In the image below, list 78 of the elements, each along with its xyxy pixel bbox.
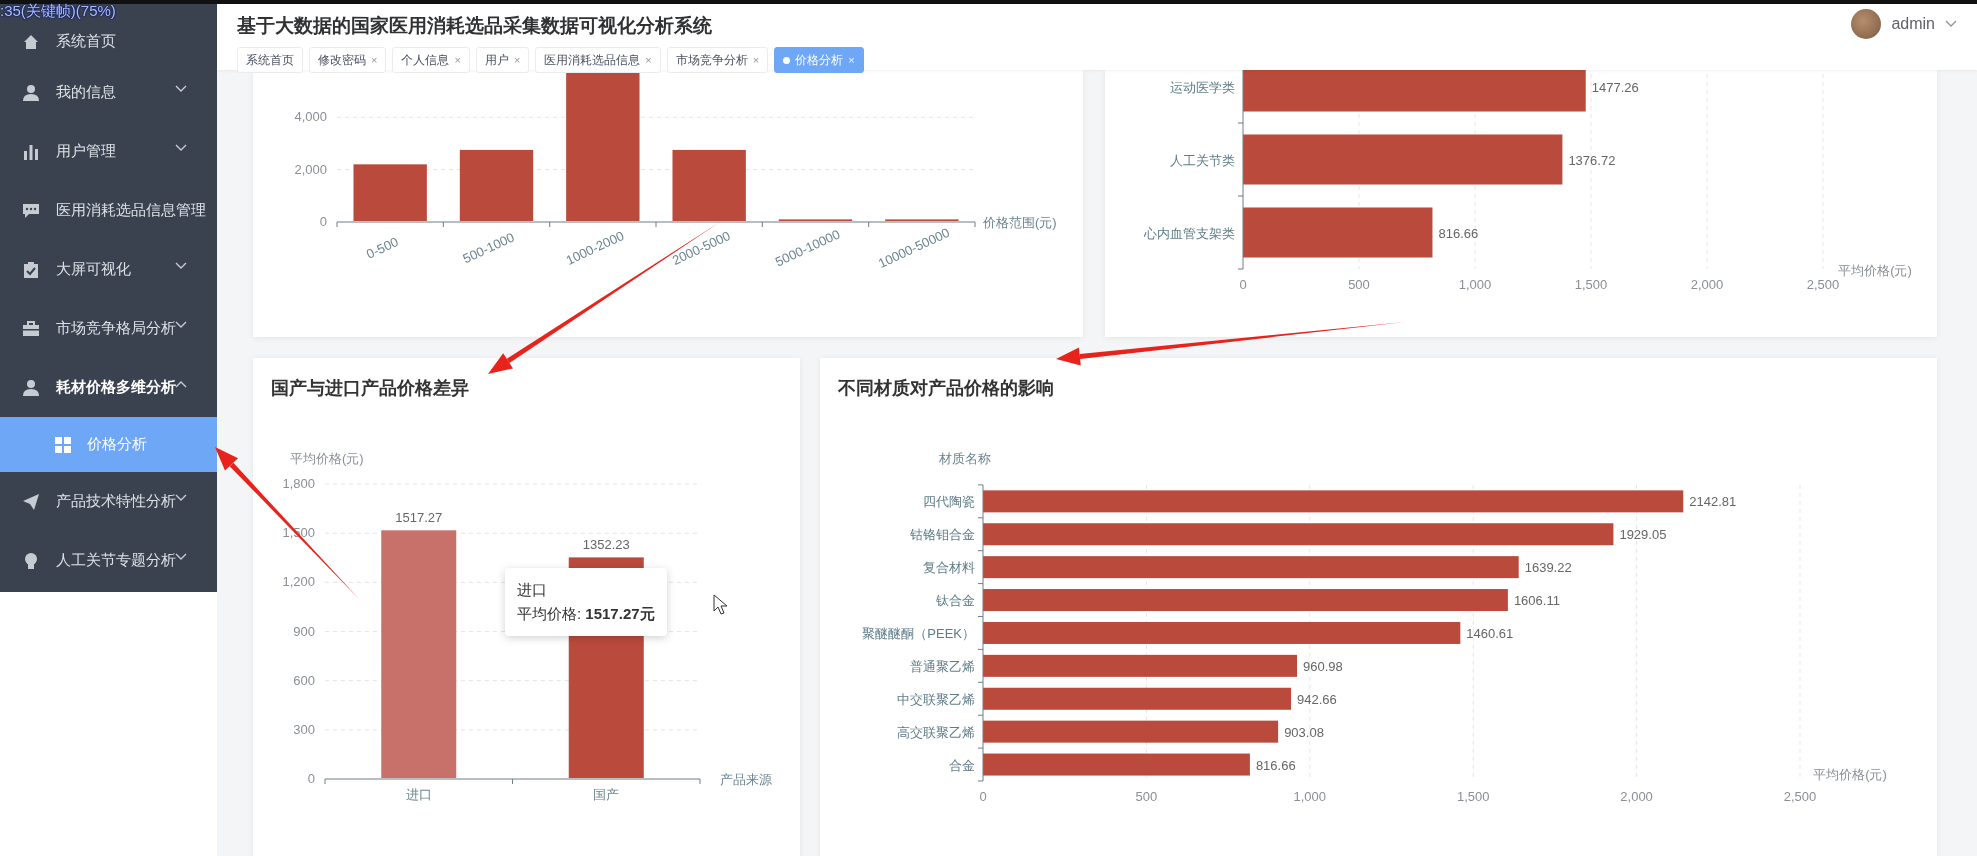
- axis-title: 平均价格(元): [1838, 263, 1912, 278]
- axis-tick-label: 2,000: [1620, 789, 1653, 804]
- card-title: 国产与进口产品价格差异: [271, 377, 469, 400]
- category-label: 合金: [949, 757, 975, 773]
- sidebar-item[interactable]: 耗材价格多维分析: [0, 358, 217, 417]
- tab[interactable]: 系统首页: [237, 47, 303, 73]
- axis-tick-label: 1,800: [282, 476, 315, 491]
- axis-tick-label: 4,000: [294, 109, 327, 125]
- axis-tick-label: 0: [1239, 277, 1247, 292]
- axis-tick-label: 500: [1135, 789, 1158, 804]
- axis-tick-label: 1,000: [1293, 789, 1327, 804]
- axis-tick-label: 600: [293, 672, 315, 688]
- value-label: 942.66: [1297, 691, 1337, 707]
- sidebar-item[interactable]: 医用消耗选品信息管理: [0, 181, 217, 240]
- value-label: 2142.81: [1689, 494, 1737, 510]
- tab[interactable]: 修改密码 ×: [309, 47, 387, 73]
- category-label: 四代陶瓷: [923, 494, 975, 510]
- value-label: 1606.11: [1513, 593, 1560, 609]
- value-label: 1460.61: [1466, 625, 1514, 641]
- category-label: 0-500: [364, 234, 401, 262]
- value-label: 816.66: [1255, 757, 1296, 773]
- tab[interactable]: 市场竞争分析 ×: [666, 47, 769, 73]
- axis-tick-label: 0: [307, 771, 315, 786]
- axis-title: 价格范围(元): [983, 215, 1057, 230]
- axis-title: 材质名称: [939, 451, 991, 466]
- sidebar-item[interactable]: 系统首页: [0, 20, 217, 63]
- value-label: 960.98: [1303, 658, 1343, 674]
- sidebar-item[interactable]: 大屏可视化: [0, 240, 217, 299]
- axis-tick-label: 500: [1348, 277, 1370, 292]
- category-label: 中交联聚乙烯: [897, 691, 975, 707]
- tab[interactable]: 用户 ×: [475, 47, 530, 73]
- axis-tick-label: 0: [319, 214, 327, 229]
- tab[interactable]: 医用消耗选品信息 ×: [535, 47, 661, 73]
- category-label: 钴铬钼合金: [910, 527, 975, 543]
- axis-title: 平均价格(元): [290, 451, 364, 466]
- category-label: 复合材料: [923, 560, 975, 576]
- sidebar-item[interactable]: 人工关节专题分析: [0, 531, 217, 590]
- axis-tick-label: 2,500: [1806, 277, 1840, 292]
- value-label: 1477.26: [1591, 79, 1639, 95]
- axis-title: 产品来源: [720, 772, 772, 787]
- axis-tick-label: 900: [293, 623, 315, 639]
- axis-tick-label: 2,000: [294, 161, 327, 177]
- axis-tick-label: 300: [293, 721, 315, 737]
- tab[interactable]: 个人信息 ×: [392, 47, 470, 73]
- axis-tick-label: 2,500: [1783, 789, 1817, 804]
- axis-tick-label: 1,200: [282, 574, 315, 590]
- sidebar-item[interactable]: 市场竞争格局分析: [0, 299, 217, 358]
- axis-tick-label: 2,000: [1690, 277, 1724, 292]
- category-label: 运动医学类: [1170, 79, 1235, 95]
- sidebar-item[interactable]: 产品技术特性分析: [0, 472, 217, 531]
- axis-tick-label: 1,500: [1456, 789, 1490, 804]
- value-label: 1352.23: [582, 537, 630, 553]
- card-title: 不同材质对产品价格的影响: [838, 377, 1054, 400]
- value-label: 1517.27: [395, 510, 443, 526]
- sidebar-item[interactable]: 我的信息: [0, 63, 217, 122]
- axis-tick-label: 0: [979, 789, 987, 804]
- category-label: 钛合金: [936, 593, 975, 609]
- category-label: 进口: [405, 787, 432, 802]
- sidebar-item[interactable]: 用户管理: [0, 122, 217, 181]
- value-label: 1376.72: [1568, 152, 1616, 168]
- axis-title: 平均价格(元): [1813, 767, 1887, 782]
- category-label: 心内血管支架类: [1144, 225, 1235, 241]
- category-label: 人工关节类: [1170, 152, 1235, 168]
- axis-tick-label: 1,500: [1574, 277, 1608, 292]
- axis-tick-label: 1,000: [1458, 277, 1492, 292]
- category-label: 高交联聚乙烯: [897, 724, 975, 740]
- category-label: 聚醚醚酮（PEEK）: [862, 625, 975, 641]
- category-label: 普通聚乙烯: [910, 658, 975, 674]
- value-label: 1929.05: [1619, 527, 1667, 543]
- value-label: 816.66: [1438, 225, 1479, 241]
- video-overlay-text: :35(关键帧)(75%): [0, 2, 116, 20]
- tooltip: 进口 平均价格: 1517.27元: [505, 568, 667, 636]
- sidebar-subitem-label: 价格分析: [87, 435, 147, 454]
- category-label: 国产: [593, 787, 620, 802]
- value-label: 1639.22: [1524, 560, 1572, 576]
- value-label: 903.08: [1284, 724, 1324, 740]
- user-name[interactable]: admin: [1891, 15, 1935, 33]
- app-title: 基于大数据的国家医用消耗选品采集数据可视化分析系统: [237, 14, 713, 38]
